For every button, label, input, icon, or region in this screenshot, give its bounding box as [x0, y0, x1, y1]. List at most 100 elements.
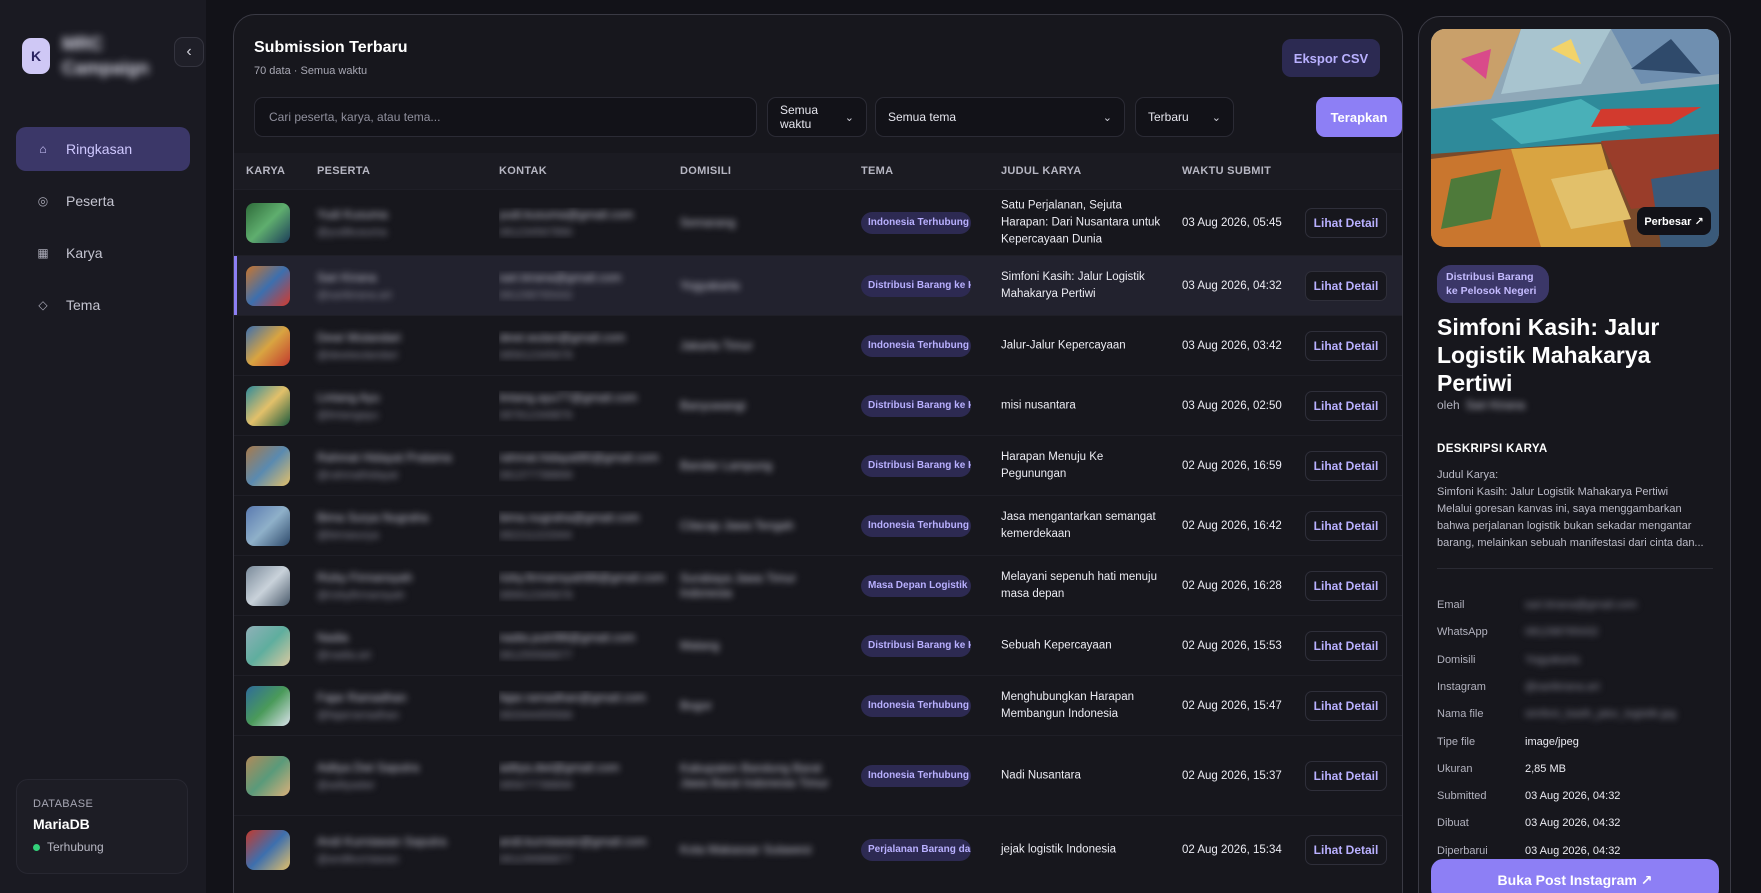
- table-row[interactable]: Rahmat Hidayat Pratama @rahmathidayat ra…: [234, 435, 1402, 495]
- column-header: PESERTA: [317, 165, 371, 177]
- view-detail-button[interactable]: Lihat Detail: [1305, 760, 1387, 791]
- metadata-value: @sarikirana.art: [1525, 680, 1600, 693]
- table-row[interactable]: Nadia @nadia.art nadia.putri98@gmail.com…: [234, 615, 1402, 675]
- artwork-thumbnail[interactable]: [246, 829, 290, 870]
- contact-email: sari.kirana@gmail.com: [499, 270, 622, 284]
- artwork-title-cell: jejak logistik Indonesia: [1001, 843, 1117, 855]
- metadata-key: Tipe file: [1437, 735, 1476, 748]
- theme-badge: Indonesia Terhubung: [861, 211, 971, 234]
- collapse-sidebar-button[interactable]: ‹: [174, 37, 204, 67]
- view-detail-button[interactable]: Lihat Detail: [1305, 690, 1387, 721]
- submit-time-cell: 03 Aug 2026, 04:32: [1182, 279, 1282, 292]
- contact-phone: 081234567890: [499, 226, 573, 238]
- detail-panel: Perbesar ↗ Distribusi Barang ke Pelosok …: [1418, 16, 1731, 893]
- search-input[interactable]: Cari peserta, karya, atau tema...: [254, 97, 757, 137]
- artwork-thumbnail[interactable]: [246, 325, 290, 366]
- theme-filter-select[interactable]: Semua tema ⌄: [875, 97, 1125, 137]
- artwork-thumbnail[interactable]: [246, 755, 290, 796]
- contact-cell: lintang.ayu77@gmail.com 087812349876: [499, 390, 669, 421]
- table-row[interactable]: Andi Kurniawan Saputra @andikurniawan an…: [234, 815, 1402, 883]
- participant-handle: @dewiwulandari: [317, 349, 398, 361]
- view-detail-button[interactable]: Lihat Detail: [1305, 330, 1387, 361]
- participant-handle: @lintangayu: [317, 409, 379, 421]
- status-dot-icon: [33, 843, 40, 851]
- sidebar-item-tema[interactable]: ◇ Tema: [16, 283, 190, 327]
- participant-name: Lintang Ayu: [317, 390, 380, 404]
- artwork-thumbnail[interactable]: [246, 265, 290, 306]
- submit-time-cell: 03 Aug 2026, 02:50: [1182, 399, 1282, 412]
- metadata-row: Diperbarui 03 Aug 2026, 04:32: [1437, 845, 1717, 857]
- apply-filter-button[interactable]: Terapkan: [1316, 97, 1402, 137]
- domicile-cell: Semarang: [680, 215, 736, 229]
- chevron-left-icon: ‹: [186, 43, 192, 60]
- participant-cell: Sari Kirana @sarikirana.art: [317, 270, 487, 301]
- description-text: Judul Karya: Simfoni Kasih: Jalur Logist…: [1437, 467, 1717, 552]
- metadata-row: Submitted 03 Aug 2026, 04:32: [1437, 790, 1717, 802]
- participant-name: Rahmat Hidayat Pratama: [317, 450, 452, 464]
- sort-select[interactable]: Terbaru ⌄: [1135, 97, 1234, 137]
- artwork-thumbnail[interactable]: [246, 565, 290, 606]
- artwork-thumbnail[interactable]: [246, 202, 290, 243]
- brand-line-2: Campaign: [62, 58, 150, 78]
- open-instagram-button[interactable]: Buka Post Instagram ↗: [1431, 859, 1719, 893]
- divider: [1437, 568, 1713, 569]
- description-label: Judul Karya:: [1437, 469, 1499, 481]
- contact-email: lintang.ayu77@gmail.com: [499, 390, 638, 404]
- metadata-value: 03 Aug 2026, 04:32: [1525, 817, 1621, 830]
- participant-handle: @adityadwi: [317, 779, 375, 791]
- view-detail-button[interactable]: Lihat Detail: [1305, 450, 1387, 481]
- theme-badge: Distribusi Barang ke Pelosok Negeri: [861, 634, 971, 657]
- sidebar-item-peserta[interactable]: ◎ Peserta: [16, 179, 190, 223]
- table-row[interactable]: Fajar Ramadhan @fajarramadhan fajar.rama…: [234, 675, 1402, 735]
- participant-name: Andi Kurniawan Saputra: [317, 834, 447, 848]
- table-row[interactable]: Rizky Firmansyah @rizkyfirmansyah rizky.…: [234, 555, 1402, 615]
- submit-time-cell: 02 Aug 2026, 16:28: [1182, 579, 1282, 592]
- participant-handle: @rizkyfirmansyah: [317, 589, 405, 601]
- view-detail-button[interactable]: Lihat Detail: [1305, 834, 1387, 865]
- artwork-title-cell: Melayani sepenuh hati menuju masa depan: [1001, 570, 1157, 600]
- contact-email: dewi.wulan@gmail.com: [499, 330, 626, 344]
- sidebar-item-ringkasan[interactable]: ⌂ Ringkasan: [16, 127, 190, 171]
- table-row[interactable]: Yudi Kusuma @yudikusuma yudi.kusuma@gmai…: [234, 189, 1402, 255]
- export-csv-button[interactable]: Ekspor CSV: [1282, 39, 1380, 77]
- metadata-key: Instagram: [1437, 680, 1486, 693]
- view-detail-button[interactable]: Lihat Detail: [1305, 270, 1387, 301]
- chevron-down-icon: ⌄: [1211, 111, 1221, 124]
- view-detail-button[interactable]: Lihat Detail: [1305, 390, 1387, 421]
- contact-email: rahmat.hidayat90@gmail.com: [499, 450, 659, 464]
- participant-cell: Rahmat Hidayat Pratama @rahmathidayat: [317, 450, 487, 481]
- contact-email: andi.kurniawan@gmail.com: [499, 834, 647, 848]
- contact-email: rizky.firmansyah88@gmail.com: [499, 570, 666, 584]
- table-row[interactable]: Dewi Wulandari @dewiwulandari dewi.wulan…: [234, 315, 1402, 375]
- domicile-cell: Banyuwangi: [680, 398, 746, 412]
- artwork-title-cell: Nadi Nusantara: [1001, 769, 1081, 781]
- contact-email: yudi.kusuma@gmail.com: [499, 207, 634, 221]
- contact-phone: 083344455566: [499, 709, 573, 721]
- artwork-thumbnail[interactable]: [246, 505, 290, 546]
- participant-name: Yudi Kusuma: [317, 207, 388, 221]
- sidebar-item-karya[interactable]: ▦ Karya: [16, 231, 190, 275]
- artwork-title-cell: misi nusantara: [1001, 399, 1076, 411]
- artwork-thumbnail[interactable]: [246, 685, 290, 726]
- chevron-down-icon: ⌄: [844, 111, 854, 124]
- brand[interactable]: K MRC Campaign: [22, 32, 149, 80]
- artwork-thumbnail[interactable]: [246, 445, 290, 486]
- description-title: Simfoni Kasih: Jalur Logistik Mahakarya …: [1437, 486, 1669, 498]
- view-detail-button[interactable]: Lihat Detail: [1305, 570, 1387, 601]
- view-detail-button[interactable]: Lihat Detail: [1305, 630, 1387, 661]
- table-row[interactable]: Bima Surya Nugraha @bimasurya bima.nugra…: [234, 495, 1402, 555]
- table-row[interactable]: Lintang Ayu @lintangayu lintang.ayu77@gm…: [234, 375, 1402, 435]
- view-detail-button[interactable]: Lihat Detail: [1305, 207, 1387, 238]
- zoom-image-button[interactable]: Perbesar ↗: [1637, 207, 1711, 235]
- table-row[interactable]: Sari Kirana @sarikirana.art sari.kirana@…: [234, 255, 1402, 315]
- view-detail-button[interactable]: Lihat Detail: [1305, 510, 1387, 541]
- artwork-title-cell: Menghubungkan Harapan Membangun Indonesi…: [1001, 690, 1134, 720]
- metadata-row: Dibuat 03 Aug 2026, 04:32: [1437, 817, 1717, 829]
- theme-badge: Indonesia Terhubung: [861, 694, 971, 717]
- artwork-thumbnail[interactable]: [246, 625, 290, 666]
- metadata-value: image/jpeg: [1525, 735, 1579, 748]
- metadata-value: 03 Aug 2026, 04:32: [1525, 844, 1621, 857]
- artwork-thumbnail[interactable]: [246, 385, 290, 426]
- table-row[interactable]: Aditya Dwi Saputra @adityadwi aditya.dwi…: [234, 735, 1402, 815]
- time-filter-select[interactable]: Semua waktu ⌄: [767, 97, 867, 137]
